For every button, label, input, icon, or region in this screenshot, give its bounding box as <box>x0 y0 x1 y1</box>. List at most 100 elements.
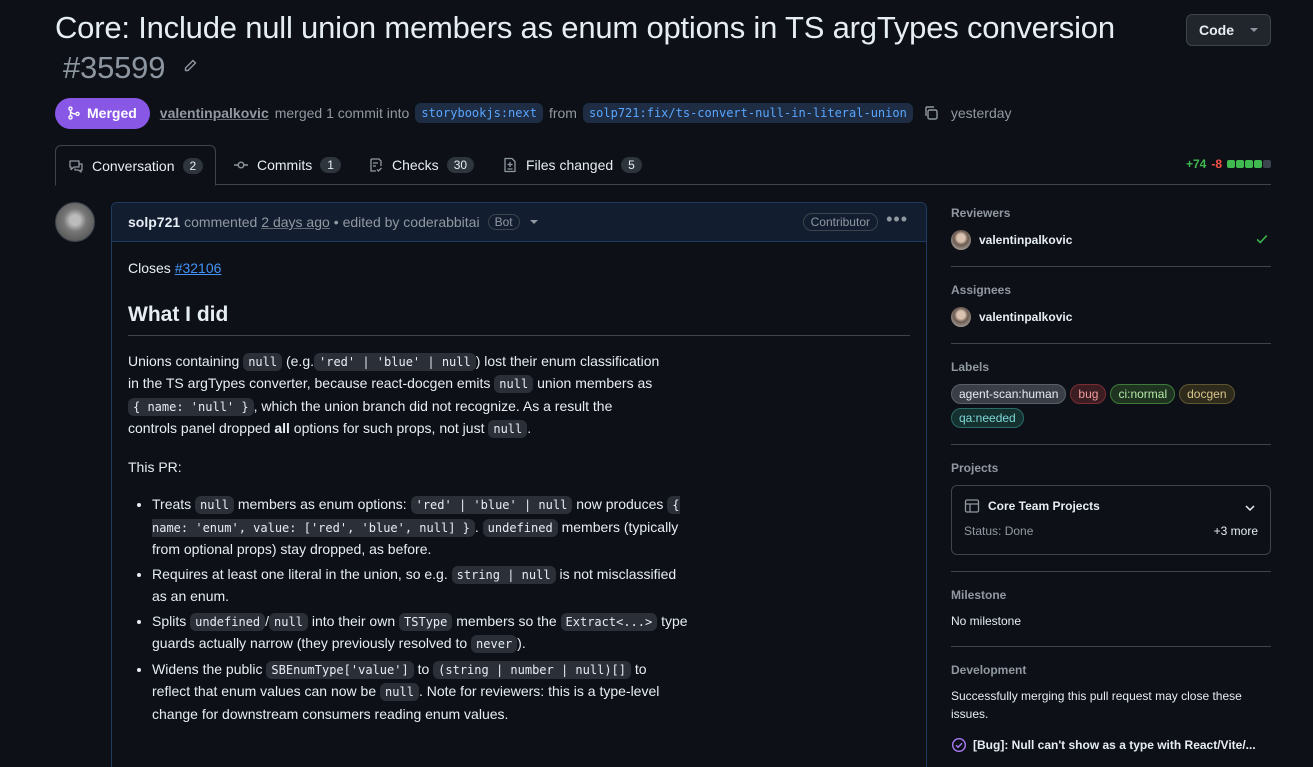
copy-icon[interactable] <box>923 105 939 121</box>
status-badge: Merged <box>55 97 150 129</box>
comment-edited[interactable]: • edited by coderabbitai <box>334 214 480 230</box>
comment-verb: commented <box>184 214 258 230</box>
bullet-list: Treats null members as enum options: 're… <box>128 494 688 725</box>
assignee[interactable]: valentinpalkovic <box>951 307 1271 327</box>
text: (e.g. <box>285 352 314 369</box>
inline-code: null <box>269 612 308 631</box>
development-text: Successfully merging this pull request m… <box>951 689 1242 721</box>
kebab-menu-icon[interactable]: ••• <box>886 209 908 230</box>
tab-conversation[interactable]: Conversation 2 <box>55 145 217 186</box>
milestone-value: No milestone <box>951 614 1022 628</box>
merged-time: yesterday <box>950 105 1012 121</box>
check-icon <box>1256 234 1268 244</box>
text: to <box>417 660 430 677</box>
sidebar-heading[interactable]: Labels <box>951 360 1271 374</box>
text: Widens the public <box>152 660 263 677</box>
inline-code: null <box>243 352 283 371</box>
deletions-count: -8 <box>1211 157 1222 171</box>
text: now produces <box>576 496 664 512</box>
comment-author[interactable]: solp721 <box>128 214 180 230</box>
avatar <box>951 230 971 250</box>
inline-code: null <box>195 496 234 514</box>
sidebar-heading[interactable]: Assignees <box>951 283 1271 297</box>
inline-code: never <box>471 635 518 653</box>
label-docgen[interactable]: docgen <box>1179 384 1235 404</box>
label-qa-needed[interactable]: qa:needed <box>951 408 1024 428</box>
tab-label: Files changed <box>526 157 614 173</box>
status-label: Merged <box>87 105 137 121</box>
file-diff-icon <box>504 157 516 173</box>
comment-header: solp721 commented 2 days ago • edited by… <box>112 203 926 242</box>
tab-checks[interactable]: Checks 30 <box>356 145 486 185</box>
merged-by-link[interactable]: valentinpalkovic <box>160 105 269 121</box>
project-card[interactable]: Core Team Projects Status: Done +3 more <box>951 485 1271 555</box>
contributor-badge: Contributor <box>802 213 878 231</box>
additions-count: +74 <box>1185 157 1207 171</box>
tab-count: 30 <box>446 157 475 173</box>
pr-number: #35599 <box>63 50 166 85</box>
section-heading: What I did <box>128 301 910 336</box>
linked-issue-title: [Bug]: Null can't show as a type with Re… <box>973 738 1256 752</box>
diffstat: +74 -8 <box>1186 157 1271 171</box>
inline-code: TSType <box>399 612 453 631</box>
comment-body: Closes #32106 What I did Unions containi… <box>112 242 926 744</box>
tab-commits[interactable]: Commits 1 <box>221 145 353 185</box>
tab-count: 5 <box>621 157 642 173</box>
inline-code: Extract<...> <box>560 612 658 631</box>
diffstat-block <box>1254 160 1262 168</box>
tab-label: Commits <box>257 157 313 173</box>
list-item: Requires at least one literal in the uni… <box>152 564 688 608</box>
assignee-name: valentinpalkovic <box>979 310 1073 324</box>
text: . <box>474 518 479 535</box>
diffstat-block <box>1227 160 1235 168</box>
text: . <box>527 420 532 436</box>
reviewers-section: Reviewers valentinpalkovic <box>951 206 1271 267</box>
diffstat-blocks <box>1227 160 1271 168</box>
pr-title-text: Core: Include null union members as enum… <box>55 10 1115 45</box>
inline-code: null <box>494 375 534 393</box>
sidebar-heading[interactable]: Projects <box>951 461 1271 475</box>
text: into their own <box>311 612 396 629</box>
project-status: Status: Done +3 more <box>964 524 1258 538</box>
closes-prefix: Closes <box>128 260 171 276</box>
project-more[interactable]: +3 more <box>1214 524 1258 538</box>
pr-meta: Merged valentinpalkovic merged 1 commit … <box>55 97 1012 129</box>
list-item: Widens the public SBEnumType['value'] to… <box>152 659 688 726</box>
label-ci-normal[interactable]: ci:normal <box>1110 384 1176 404</box>
checklist-icon <box>370 158 382 172</box>
tab-count: 1 <box>320 157 341 173</box>
commit-icon <box>234 161 248 169</box>
project-name-label: Core Team Projects <box>988 499 1100 513</box>
chevron-down-icon[interactable] <box>529 220 538 224</box>
development-section: Development Successfully merging this pu… <box>951 663 1271 753</box>
issue-closed-icon <box>951 737 967 753</box>
avatar <box>951 307 971 327</box>
base-branch[interactable]: storybookjs:next <box>415 103 543 123</box>
code-button-label: Code <box>1199 22 1234 38</box>
linked-issue[interactable]: [Bug]: Null can't show as a type with Re… <box>951 737 1271 753</box>
closes-issue-link[interactable]: #32106 <box>175 260 222 276</box>
reviewer[interactable]: valentinpalkovic <box>951 230 1271 250</box>
text: Unions containing <box>128 352 240 369</box>
text: Treats <box>152 496 192 512</box>
sidebar-heading[interactable]: Milestone <box>951 588 1271 602</box>
comment-time[interactable]: 2 days ago <box>261 214 330 230</box>
inline-code: null <box>380 683 419 701</box>
sidebar-heading[interactable]: Development <box>951 663 1271 677</box>
diffstat-block <box>1263 160 1271 168</box>
label-agent-scan-human[interactable]: agent-scan:human <box>951 384 1067 404</box>
list-item: Splits undefined/null into their own TST… <box>152 611 688 656</box>
head-branch[interactable]: solp721:fix/ts-convert-null-in-literal-u… <box>582 103 913 123</box>
tab-count: 2 <box>182 157 204 174</box>
label-bug[interactable]: bug <box>1070 384 1107 404</box>
text: members so the <box>456 612 557 629</box>
inline-code: null <box>488 420 528 438</box>
pencil-icon[interactable] <box>182 58 198 74</box>
chevron-down-icon[interactable] <box>1244 502 1256 514</box>
pr-tabs: Conversation 2 Commits 1 Checks 30 Files… <box>55 145 1271 186</box>
text: members as enum options: <box>237 496 407 512</box>
sidebar-heading[interactable]: Reviewers <box>951 206 1271 220</box>
tab-files-changed[interactable]: Files changed 5 <box>490 145 654 185</box>
code-button[interactable]: Code <box>1186 14 1271 46</box>
avatar[interactable] <box>55 202 95 242</box>
